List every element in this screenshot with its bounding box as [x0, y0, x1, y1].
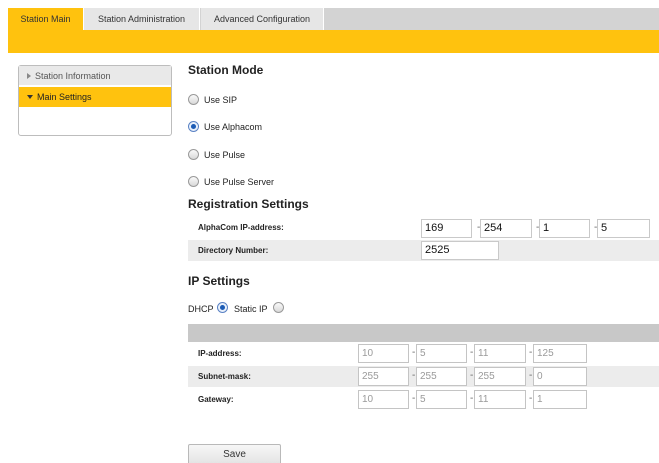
chevron-right-icon	[27, 73, 31, 79]
ip-address-octet-3[interactable]: 11	[474, 344, 526, 363]
tab-station-main[interactable]: Station Main	[8, 8, 84, 30]
tab-advanced-configuration[interactable]: Advanced Configuration	[201, 8, 324, 30]
sidebar-item-main-settings[interactable]: Main Settings	[19, 87, 171, 107]
use-pulse-server-label: Use Pulse Server	[204, 177, 275, 187]
ip-address-label: IP-address:	[198, 349, 242, 358]
use-sip-radio[interactable]	[188, 94, 199, 105]
tab-bar: Station Main Station Administration Adva…	[0, 0, 659, 30]
subnet-mask-label: Subnet-mask:	[198, 372, 251, 381]
alphacom-ip-octet-2[interactable]: 254	[480, 219, 532, 238]
registration-settings-title: Registration Settings	[188, 197, 309, 211]
sidebar: Station Information Main Settings	[18, 65, 172, 136]
tab-station-administration[interactable]: Station Administration	[84, 8, 200, 30]
ip-separator: -	[470, 393, 474, 404]
ip-table-header	[188, 324, 659, 342]
alphacom-ip-label: AlphaCom IP-address:	[198, 223, 284, 232]
ip-address-octet-1[interactable]: 10	[358, 344, 409, 363]
dhcp-radio[interactable]	[217, 302, 228, 313]
sidebar-item-station-information[interactable]: Station Information	[19, 66, 171, 86]
ip-separator: -	[412, 370, 416, 381]
alphacom-ip-octet-3[interactable]: 1	[539, 219, 590, 238]
directory-number-label: Directory Number:	[198, 246, 269, 255]
alphacom-ip-octet-4[interactable]: 5	[597, 219, 650, 238]
gateway-octet-3[interactable]: 11	[474, 390, 526, 409]
use-alphacom-label: Use Alphacom	[204, 122, 263, 132]
ip-separator: -	[412, 347, 416, 358]
ip-settings-title: IP Settings	[188, 274, 250, 288]
sidebar-item-label: Main Settings	[37, 92, 92, 102]
use-sip-label: Use SIP	[204, 95, 238, 105]
ip-separator: -	[529, 393, 533, 404]
save-button[interactable]: Save	[188, 444, 281, 463]
use-pulse-label: Use Pulse	[204, 150, 246, 160]
ip-separator: -	[412, 393, 416, 404]
subnet-mask-octet-4[interactable]: 0	[533, 367, 587, 386]
static-ip-label: Static IP	[234, 304, 268, 314]
gateway-octet-2[interactable]: 5	[416, 390, 467, 409]
use-alphacom-radio[interactable]	[188, 121, 199, 132]
ip-separator: -	[529, 347, 533, 358]
subnet-mask-octet-2[interactable]: 255	[416, 367, 467, 386]
sidebar-item-label: Station Information	[35, 71, 111, 81]
accent-bar	[8, 30, 659, 53]
chevron-down-icon	[27, 95, 33, 99]
gateway-label: Gateway:	[198, 395, 234, 404]
static-ip-radio[interactable]	[273, 302, 284, 313]
ip-separator: -	[470, 370, 474, 381]
station-mode-title: Station Mode	[188, 63, 264, 77]
ip-address-octet-2[interactable]: 5	[416, 344, 467, 363]
use-pulse-server-radio[interactable]	[188, 176, 199, 187]
ip-separator: -	[529, 370, 533, 381]
directory-number-field[interactable]: 2525	[421, 241, 499, 260]
ip-separator: -	[470, 347, 474, 358]
gateway-octet-1[interactable]: 10	[358, 390, 409, 409]
alphacom-ip-octet-1[interactable]: 169	[421, 219, 472, 238]
gateway-octet-4[interactable]: 1	[533, 390, 587, 409]
ip-address-octet-4[interactable]: 125	[533, 344, 587, 363]
subnet-mask-octet-1[interactable]: 255	[358, 367, 409, 386]
use-pulse-radio[interactable]	[188, 149, 199, 160]
dhcp-label: DHCP	[188, 304, 214, 314]
subnet-mask-octet-3[interactable]: 255	[474, 367, 526, 386]
